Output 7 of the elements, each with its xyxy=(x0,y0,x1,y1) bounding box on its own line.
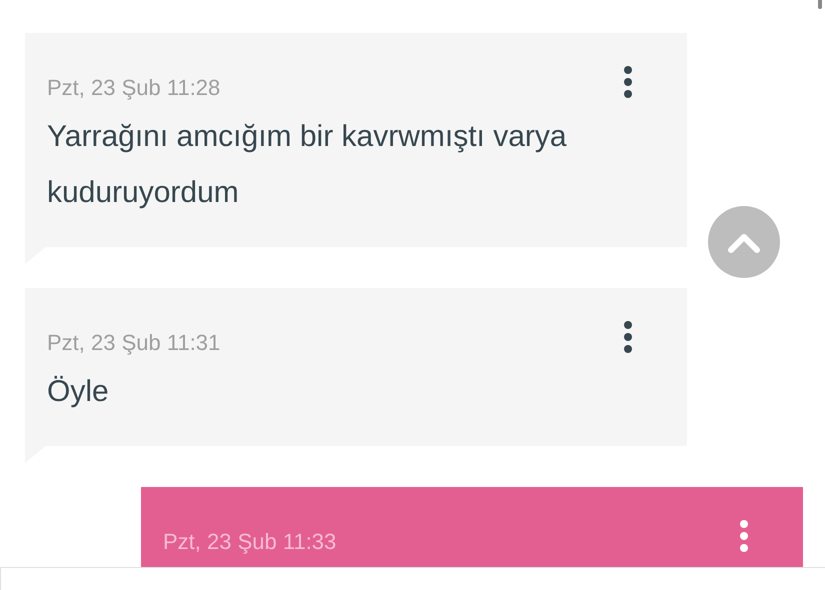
message-time: Pzt, 23 Şub 11:28 xyxy=(47,75,220,101)
message-time: Pzt, 23 Şub 11:31 xyxy=(47,330,220,356)
message-text: Öyle xyxy=(47,374,110,410)
scrollbar-thumb xyxy=(818,0,822,9)
message-text: Yarrağını amcığım bir kavrwmıştı varya kuduruyordum xyxy=(47,119,568,211)
chevron-up-icon xyxy=(727,231,761,253)
message-time: Pzt, 23 Şub 11:33 xyxy=(163,529,336,555)
